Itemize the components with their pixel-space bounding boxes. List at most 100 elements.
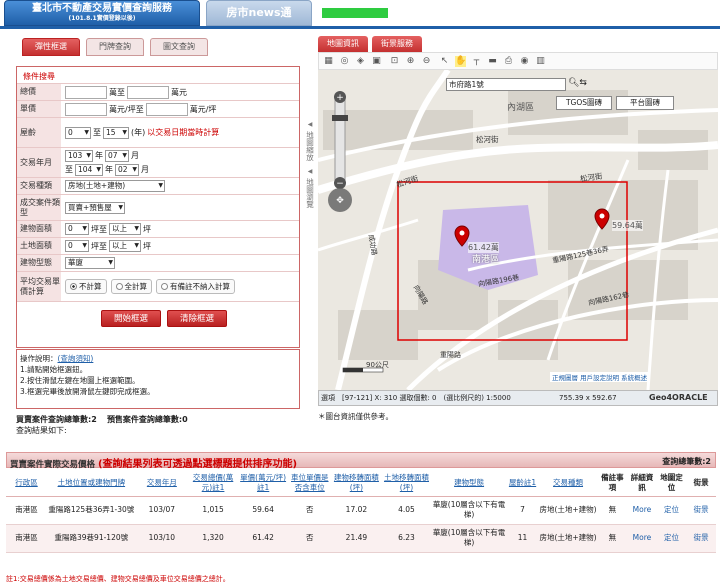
layers-icon[interactable]: ◈ (355, 56, 366, 67)
presale-count: 預售案件查詢總筆數:0 (106, 415, 188, 424)
column-header[interactable]: 建物移轉面積(坪) (331, 470, 382, 497)
clear-select-button[interactable]: 清除框選 (167, 310, 227, 327)
date-month-word-2: 月 (141, 165, 149, 174)
cell-park: 否 (288, 496, 332, 525)
age-to-select[interactable]: 15 (103, 126, 129, 139)
side-browse-label[interactable]: 地圖瀏覽 (306, 178, 315, 208)
banner-green[interactable] (322, 8, 388, 18)
side-arrow2-icon[interactable]: ◀ (304, 167, 316, 176)
column-header[interactable]: 車位單價是否含車位 (288, 470, 332, 497)
map-toolbar: ▦ ◎ ◈ ▣ ⊡ ⊕ ⊖ ↖ ✋ ┬ ▬ ⎙ ◉ ▥ (318, 52, 718, 70)
unit-price-min-input[interactable] (65, 102, 107, 116)
tab-news[interactable]: 房市news通 (206, 0, 312, 26)
radio-no-calc-label: 不計算 (79, 282, 102, 291)
map-search-input[interactable]: 市府路1號 (446, 78, 566, 91)
map-links[interactable]: 正規圖層 用戶設定說明 系統概述 (550, 372, 650, 382)
map-status-bar: 選項 [97-121] X: 310 選取個數: 0 (選比例尺的) 1:500… (318, 390, 718, 406)
column-header[interactable]: 屋齡註1 (506, 470, 539, 497)
date-from-year[interactable]: 103 (65, 149, 93, 162)
map-coords: 755.39 x 592.67 (559, 394, 617, 402)
row-date: 交易年月 103年07月 至104年02月 (17, 147, 299, 177)
loc-link[interactable]: 定位 (664, 533, 679, 542)
total-price-min-input[interactable] (65, 85, 107, 99)
column-header[interactable]: 單價(萬元/坪)註1 (238, 470, 289, 497)
column-header[interactable]: 交易種類 (538, 470, 598, 497)
cell-park: 否 (288, 524, 332, 553)
search-icon[interactable]: 🔍︎⇆ (568, 78, 587, 88)
column-header[interactable]: 交易年月 (135, 470, 189, 497)
column-header[interactable]: 行政區 (6, 470, 47, 497)
case-type-select[interactable]: 買賣+預售屋 (65, 201, 125, 214)
cell-total: 1,320 (188, 524, 239, 553)
column-header[interactable]: 交易總價(萬元)註1 (188, 470, 239, 497)
help-link[interactable]: (查詢須知) (58, 354, 94, 363)
help-line-1: 1.請點開始框選鈕。 (20, 365, 88, 374)
date-to-month[interactable]: 02 (115, 163, 139, 176)
type-select[interactable]: 房地(土地+建物) (65, 180, 165, 192)
tab-street-view[interactable]: 街景服務 (372, 36, 422, 52)
column-header[interactable]: 建物型態 (431, 470, 507, 497)
column-header[interactable]: 土地移轉面積(坪) (381, 470, 432, 497)
print-icon[interactable]: ⎙ (503, 56, 514, 67)
label-age: 屋齡 (17, 118, 61, 147)
row-total-price: 總價 萬至 萬元 (17, 83, 299, 100)
tab-map-query[interactable]: 圖文查詢 (150, 38, 208, 56)
sv-link[interactable]: 街景 (694, 533, 709, 542)
start-select-button[interactable]: 開始框選 (101, 310, 161, 327)
radio-exclude-memo-label: 有備註不納入計算 (170, 282, 230, 291)
side-zoom-label[interactable]: 地圖縮放 (306, 131, 315, 161)
row-type: 交易種類 房地(土地+建物) (17, 177, 299, 194)
cell-larea: 6.23 (381, 524, 432, 553)
age-from-select[interactable]: 0 (65, 126, 91, 139)
pointer-icon[interactable]: ↖ (439, 56, 450, 67)
radio-exclude-memo[interactable]: 有備註不納入計算 (156, 279, 235, 294)
tab-address-query[interactable]: 門牌查詢 (86, 38, 144, 56)
column-header[interactable]: 土地位置或建物門牌 (46, 470, 136, 497)
tab-price-query[interactable]: 臺北市不動產交易實價查詢服務 (101.8.1實價登錄以後) (4, 0, 200, 26)
sv-link[interactable]: 街景 (694, 505, 709, 514)
tab-map-info[interactable]: 地圖資訊 (318, 36, 368, 52)
zoom-in-icon[interactable]: ⊕ (405, 56, 416, 67)
building-form-select[interactable]: 華廈 (65, 257, 115, 269)
zoom-out-icon[interactable]: ⊖ (421, 56, 432, 67)
row-age: 屋齡 0至15(年)以交易日期當時計算 (17, 117, 299, 147)
building-area-op[interactable]: 以上 (109, 223, 141, 235)
tgos-tile-button[interactable]: TGOS圖磚 (556, 96, 612, 110)
cell-memo: 無 (597, 496, 628, 525)
total-price-max-input[interactable] (127, 85, 169, 99)
area-icon[interactable]: ▬ (487, 56, 498, 67)
platform-tile-button[interactable]: 平台圖磚 (616, 96, 674, 110)
unit-price-max-input[interactable] (145, 102, 188, 116)
cell-district: 南港區 (6, 524, 47, 553)
land-area-op[interactable]: 以上 (109, 240, 141, 252)
map-canvas[interactable]: + − ✥ 內湖區 松河街 松河街 松河街 南港區 重陽路125巷36弄 向陽路… (318, 70, 718, 390)
cell-addr: 重陽路39巷91-120號 (46, 524, 136, 553)
table-row: 南港區 重陽路125巷36弄1-30號 103/07 1,015 59.64 否 17.02… (6, 496, 716, 525)
more-link[interactable]: More (633, 505, 652, 514)
row-case-type: 成交案件類型 買賣+預售屋 (17, 194, 299, 220)
loc-link[interactable]: 定位 (664, 505, 679, 514)
delete-icon[interactable]: ▥ (535, 56, 546, 67)
label-unit-price: 單價 (17, 101, 61, 117)
side-arrow-icon[interactable]: ◀ (304, 120, 316, 129)
measure-icon[interactable]: ┬ (471, 56, 482, 67)
pan-control[interactable]: ✥ (328, 188, 352, 212)
camera-icon[interactable]: ◉ (519, 56, 530, 67)
globe-icon[interactable]: ◎ (339, 56, 350, 67)
map-icon[interactable]: ▣ (371, 56, 382, 67)
land-area-select[interactable]: 0 (65, 240, 89, 252)
date-from-month[interactable]: 07 (105, 149, 129, 162)
tab-box-select[interactable]: 彈性框選 (22, 38, 80, 56)
building-area-select[interactable]: 0 (65, 223, 89, 235)
zoom-area-icon[interactable]: ⊡ (389, 56, 400, 67)
table-row: 南港區 重陽路39巷91-120號 103/10 1,320 61.42 否 21.49 6.… (6, 524, 716, 553)
cell-addr: 重陽路125巷36弄1-30號 (46, 496, 136, 525)
more-link[interactable]: More (633, 533, 652, 542)
date-to-year[interactable]: 104 (75, 163, 103, 176)
radio-all-calc[interactable]: 全計算 (110, 279, 152, 294)
radio-no-calc[interactable]: 不計算 (65, 279, 107, 294)
pan-icon[interactable]: ✋ (455, 56, 466, 67)
grid-icon[interactable]: ▦ (323, 56, 334, 67)
row-unit-price: 單價 萬元/坪至 萬元/坪 (17, 100, 299, 117)
label-songhe-1: 松河街 (476, 135, 499, 144)
